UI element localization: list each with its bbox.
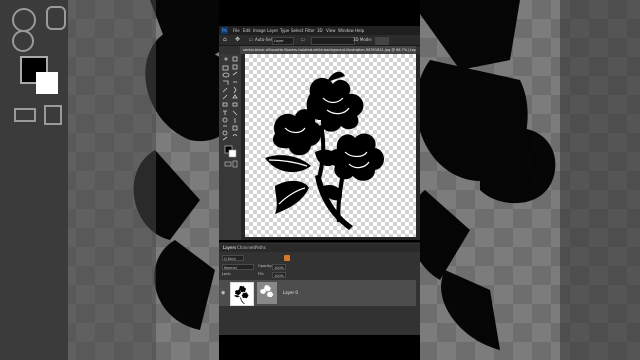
move-tool-icon[interactable]: ✥ bbox=[235, 36, 240, 44]
crop-icon bbox=[223, 80, 229, 85]
opacity-label: Opacity: bbox=[258, 264, 273, 268]
stem-main bbox=[315, 174, 353, 230]
align-buttons[interactable] bbox=[311, 37, 355, 45]
layer-filter-dropdown[interactable]: Q Kind bbox=[222, 255, 244, 261]
menu-filter[interactable]: Filter bbox=[305, 26, 315, 35]
shape-icon bbox=[232, 125, 238, 131]
menu-3d[interactable]: 3D bbox=[317, 26, 323, 35]
opacity-input[interactable]: 100% bbox=[272, 264, 286, 270]
menu-edit[interactable]: Edit bbox=[243, 26, 251, 35]
document-tab[interactable]: vector-black-silhouette-flowers-isolated… bbox=[240, 46, 416, 54]
lasso-icon bbox=[222, 72, 230, 78]
auto-select-checkbox[interactable]: ☐ bbox=[249, 36, 253, 44]
eraser-icon bbox=[222, 102, 228, 107]
menu-view[interactable]: View bbox=[326, 26, 336, 35]
tab-channels[interactable]: Channels bbox=[237, 244, 256, 252]
auto-select-dropdown[interactable]: Layer bbox=[272, 37, 294, 45]
menu-type[interactable]: Type bbox=[280, 26, 289, 35]
options-bar: ⌂ ✥ ☐ Auto-Select: Layer ☐ 3D Mode: bbox=[219, 35, 420, 46]
slice-icon bbox=[232, 71, 238, 76]
layer-name[interactable]: Layer 0 bbox=[283, 290, 298, 295]
fill-input[interactable]: 100% bbox=[272, 272, 286, 278]
eyedropper-icon bbox=[222, 87, 228, 93]
layer-mask-thumbnail[interactable] bbox=[257, 282, 277, 304]
background-screen-icon bbox=[44, 105, 62, 125]
hand-icon bbox=[232, 134, 238, 137]
tool-icons bbox=[222, 56, 238, 168]
photoshop-logo: Ps bbox=[221, 27, 228, 34]
gradient-icon bbox=[232, 102, 238, 107]
background-hand-icon bbox=[46, 6, 66, 30]
document-canvas[interactable] bbox=[245, 54, 416, 237]
blur-icon bbox=[222, 130, 228, 136]
screen-mode-icon bbox=[232, 160, 238, 168]
tab-paths[interactable]: Paths bbox=[255, 244, 266, 252]
background-ruler bbox=[68, 0, 156, 360]
tab-layers[interactable]: Layers bbox=[223, 244, 236, 252]
menu-bar: File Edit Image Layer Type Select Filter… bbox=[219, 26, 420, 35]
marquee-icon bbox=[222, 65, 229, 71]
stamp-icon bbox=[232, 94, 238, 99]
leaf-left-middle bbox=[265, 155, 311, 173]
lock-label: Lock: bbox=[222, 272, 232, 276]
menu-help[interactable]: Help bbox=[355, 26, 364, 35]
layer-thumbnail bbox=[230, 282, 254, 306]
spot-heal-icon bbox=[233, 86, 237, 94]
3d-mode-button[interactable] bbox=[375, 37, 389, 45]
background-zoom-icon bbox=[12, 30, 34, 52]
flower-artwork bbox=[265, 71, 384, 230]
home-icon[interactable]: ⌂ bbox=[223, 36, 227, 44]
panel-tabs: Layers Channels Paths bbox=[219, 244, 420, 252]
transform-controls-checkbox[interactable]: ☐ bbox=[301, 36, 305, 44]
leaf-left-bottom bbox=[275, 180, 309, 214]
thumbnail-flower bbox=[234, 285, 249, 305]
fill-label: Fill: bbox=[258, 272, 264, 276]
dodge-icon bbox=[232, 110, 238, 116]
layers-panel-footer bbox=[219, 306, 420, 334]
brush-icon bbox=[222, 94, 228, 100]
pen-icon bbox=[222, 136, 228, 141]
menu-file[interactable]: File bbox=[233, 26, 240, 35]
quick-mask-icon bbox=[224, 161, 232, 167]
filter-toggle-icon[interactable] bbox=[284, 255, 290, 261]
menu-image[interactable]: Image bbox=[253, 26, 266, 35]
menu-layer[interactable]: Layer bbox=[267, 26, 278, 35]
eye-icon[interactable]: ◉ bbox=[221, 290, 225, 296]
zoom-icon bbox=[222, 117, 228, 123]
menu-window[interactable]: Window bbox=[338, 26, 354, 35]
tools-panel bbox=[219, 54, 241, 240]
mask-flower bbox=[260, 285, 274, 298]
background-right-shade bbox=[560, 0, 640, 360]
artboard-icon bbox=[232, 56, 238, 62]
text-icon bbox=[223, 110, 227, 115]
background-mask-icon bbox=[14, 108, 36, 122]
move-icon bbox=[224, 57, 228, 61]
background-toolbar-blur bbox=[0, 0, 68, 360]
blend-mode-dropdown[interactable]: Normal bbox=[222, 264, 254, 270]
background-lasso-icon bbox=[12, 8, 36, 32]
background-color-swatch bbox=[228, 149, 237, 158]
menu-select[interactable]: Select bbox=[291, 26, 303, 35]
background-background-swatch bbox=[36, 72, 58, 94]
ellipse-marquee-icon bbox=[232, 64, 238, 70]
3d-mode-label: 3D Mode: bbox=[353, 37, 373, 42]
